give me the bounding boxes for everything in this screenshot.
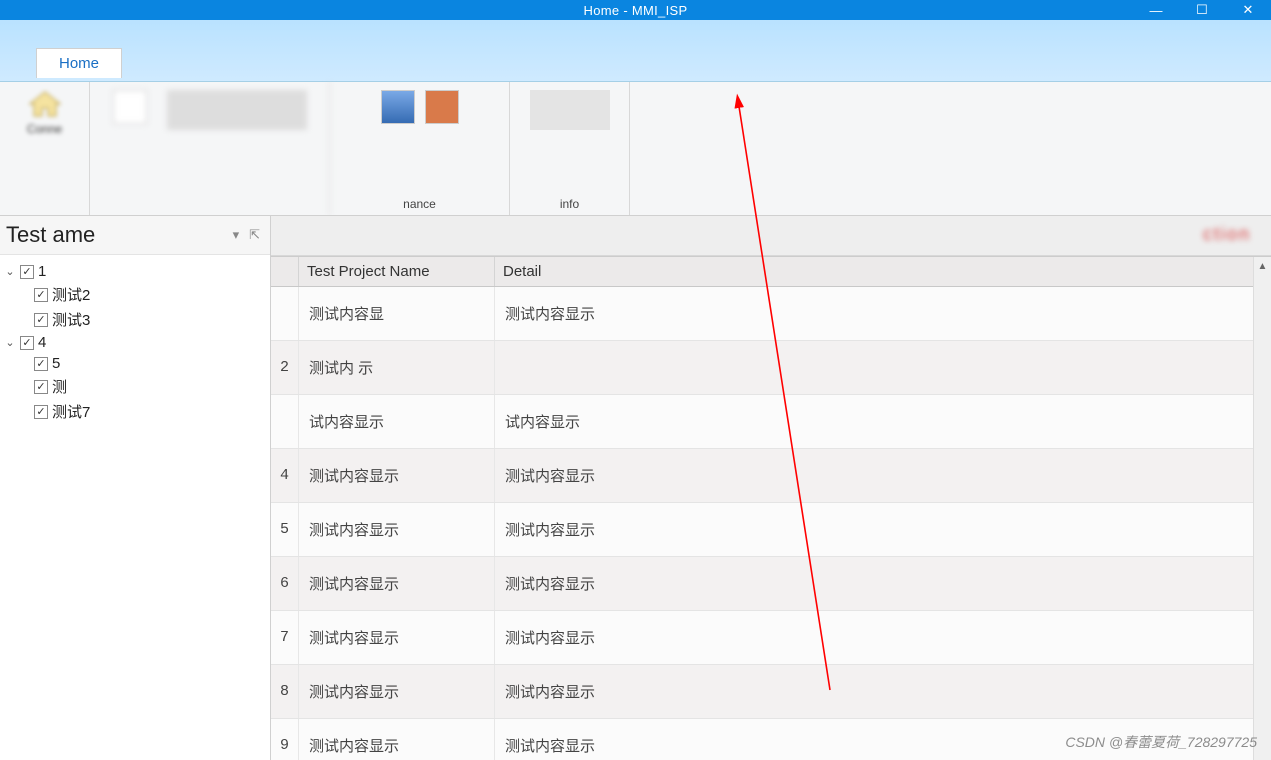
connect-button[interactable]: Conne bbox=[27, 90, 62, 136]
table-row[interactable]: 测试内容显测试内容显示 bbox=[271, 287, 1271, 341]
tree-node[interactable]: ⌄ ✓ 1 bbox=[4, 261, 266, 282]
house-icon bbox=[28, 90, 62, 118]
expander-icon[interactable]: ⌄ bbox=[4, 265, 16, 278]
content-panel: ction Test Project Name Detail 测试内容显测试内容… bbox=[271, 216, 1271, 760]
tree-checkbox[interactable]: ✓ bbox=[34, 380, 48, 394]
tree-child-node[interactable]: ✓ 5 bbox=[34, 353, 266, 374]
cell-project-name: 测试内容显示 bbox=[299, 719, 495, 760]
tree-node-label: 4 bbox=[38, 334, 46, 351]
grid-header-row: Test Project Name Detail bbox=[271, 257, 1271, 287]
cell-project-name: 测试内容显示 bbox=[299, 503, 495, 556]
row-number: 8 bbox=[271, 665, 299, 718]
tree-node-label: 5 bbox=[52, 355, 60, 372]
row-number: 4 bbox=[271, 449, 299, 502]
cell-detail: 测试内容显示 bbox=[495, 557, 1271, 610]
status-red-text: ction bbox=[1203, 224, 1251, 245]
cell-detail bbox=[495, 341, 1271, 394]
generic-icon bbox=[425, 90, 459, 124]
cell-project-name: 测试内容显示 bbox=[299, 557, 495, 610]
main-area: Test ame ▾ ⇱ ⌄✓ 1✓测试2✓测试3⌄✓ 4✓ 5✓测 ✓测试7 … bbox=[0, 216, 1271, 760]
table-row[interactable]: 6测试内容显示测试内容显示 bbox=[271, 557, 1271, 611]
grid-header-detail[interactable]: Detail bbox=[495, 257, 1271, 286]
row-number bbox=[271, 395, 299, 448]
tree-node-label: 1 bbox=[38, 263, 46, 280]
row-number: 5 bbox=[271, 503, 299, 556]
tree-checkbox[interactable]: ✓ bbox=[34, 357, 48, 371]
ribbon-group-connect: Conne bbox=[0, 82, 90, 215]
tree-child-node[interactable]: ✓测 bbox=[34, 374, 266, 399]
cell-detail: 测试内容显示 bbox=[495, 503, 1271, 556]
row-number: 2 bbox=[271, 341, 299, 394]
row-number: 7 bbox=[271, 611, 299, 664]
sidebar-header: Test ame ▾ ⇱ bbox=[0, 216, 270, 255]
grid-header-checkbox[interactable] bbox=[271, 257, 299, 286]
titlebar: Home - MMI_ISP — ☐ ✕ bbox=[0, 0, 1271, 20]
minimize-button[interactable]: — bbox=[1133, 0, 1179, 20]
cell-detail: 测试内容显示 bbox=[495, 665, 1271, 718]
maximize-button[interactable]: ☐ bbox=[1179, 0, 1225, 20]
ribbon-group-label bbox=[43, 197, 46, 211]
scroll-up-icon[interactable]: ▲ bbox=[1254, 257, 1271, 275]
tree-checkbox[interactable]: ✓ bbox=[34, 288, 48, 302]
test-grid: Test Project Name Detail 测试内容显测试内容显示2测试内… bbox=[271, 256, 1271, 760]
tree-view[interactable]: ⌄✓ 1✓测试2✓测试3⌄✓ 4✓ 5✓测 ✓测试7 bbox=[0, 255, 270, 430]
sidebar-test-tree: Test ame ▾ ⇱ ⌄✓ 1✓测试2✓测试3⌄✓ 4✓ 5✓测 ✓测试7 bbox=[0, 216, 271, 760]
cell-detail: 测试内容显示 bbox=[495, 611, 1271, 664]
table-row[interactable]: 8测试内容显示测试内容显示 bbox=[271, 665, 1271, 719]
table-row[interactable]: 2测试内 示 bbox=[271, 341, 1271, 395]
table-row[interactable]: 试内容显示 试内容显示 bbox=[271, 395, 1271, 449]
tree-child-node[interactable]: ✓ 测试2 bbox=[34, 282, 266, 307]
tree-node-label: 测试7 bbox=[52, 401, 90, 422]
ribbon-group-label bbox=[208, 197, 211, 211]
vertical-scrollbar[interactable]: ▲ bbox=[1253, 257, 1271, 760]
sidebar-dropdown-icon[interactable]: ▾ bbox=[233, 227, 240, 243]
ribbon-group-info: info bbox=[510, 82, 630, 215]
row-number bbox=[271, 287, 299, 340]
table-row[interactable]: 4测试内容显示测试内容显示 bbox=[271, 449, 1271, 503]
close-button[interactable]: ✕ bbox=[1225, 0, 1271, 20]
ribbon-group-maintenance: nance bbox=[330, 82, 510, 215]
ribbon-group-label: nance bbox=[403, 197, 436, 211]
watermark-text: CSDN @春蕾夏荷_728297725 bbox=[1065, 732, 1257, 752]
generic-icon bbox=[113, 90, 147, 124]
cell-detail: 测试内容显示 bbox=[495, 287, 1271, 340]
sidebar-pin-icon[interactable]: ⇱ bbox=[249, 227, 260, 243]
tree-checkbox[interactable]: ✓ bbox=[34, 405, 48, 419]
ribbon-tab-home[interactable]: Home bbox=[36, 48, 122, 78]
row-number: 6 bbox=[271, 557, 299, 610]
cell-detail: 测试内容显示 bbox=[495, 449, 1271, 502]
tree-checkbox[interactable]: ✓ bbox=[34, 313, 48, 327]
expander-icon[interactable]: ⌄ bbox=[4, 336, 16, 349]
generic-icon bbox=[381, 90, 415, 124]
ribbon-group-blurred-1 bbox=[90, 82, 330, 215]
ribbon-group-label: info bbox=[560, 197, 579, 211]
cell-detail: 试内容显示 bbox=[495, 395, 1271, 448]
tree-checkbox[interactable]: ✓ bbox=[20, 265, 34, 279]
ribbon-body: Conne nance info bbox=[0, 82, 1271, 216]
window-title: Home - MMI_ISP bbox=[584, 3, 688, 18]
table-row[interactable]: 7测试内容显示测试内容显示 bbox=[271, 611, 1271, 665]
connect-label: Conne bbox=[27, 122, 62, 136]
cell-project-name: 测试内容显示 bbox=[299, 611, 495, 664]
tree-checkbox[interactable]: ✓ bbox=[20, 336, 34, 350]
table-row[interactable]: 5测试内容显示测试内容显示 bbox=[271, 503, 1271, 557]
status-strip: ction bbox=[271, 216, 1271, 256]
grid-header-project-name[interactable]: Test Project Name bbox=[299, 257, 495, 286]
tree-node-label: 测试2 bbox=[52, 284, 90, 305]
window-controls: — ☐ ✕ bbox=[1133, 0, 1271, 20]
sidebar-title: Test ame bbox=[6, 222, 95, 248]
tree-node[interactable]: ⌄ ✓ 4 bbox=[4, 332, 266, 353]
row-number: 9 bbox=[271, 719, 299, 760]
cell-project-name: 测试内 示 bbox=[299, 341, 495, 394]
tree-node-label: 测试3 bbox=[52, 309, 90, 330]
cell-project-name: 测试内容显示 bbox=[299, 665, 495, 718]
tree-node-label: 测 bbox=[52, 376, 67, 397]
ribbon-tab-strip: Home bbox=[0, 20, 1271, 82]
tree-child-node[interactable]: ✓ 测试3 bbox=[34, 307, 266, 332]
tree-child-node[interactable]: ✓ 测试7 bbox=[34, 399, 266, 424]
cell-project-name: 测试内容显 bbox=[299, 287, 495, 340]
cell-project-name: 测试内容显示 bbox=[299, 449, 495, 502]
cell-project-name: 试内容显示 bbox=[299, 395, 495, 448]
